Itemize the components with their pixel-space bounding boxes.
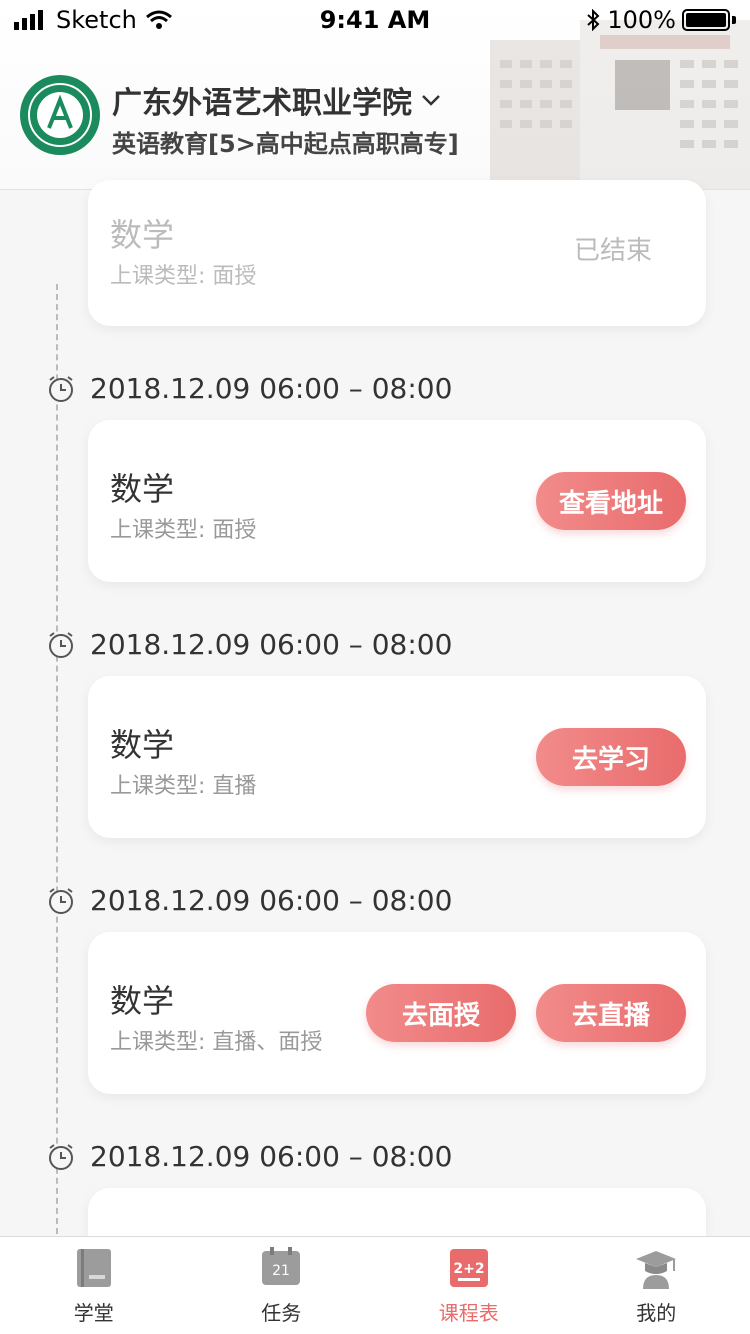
session-time: 2018.12.09 06:00 – 08:00 — [46, 884, 452, 917]
view-address-button[interactable]: 查看地址 — [536, 472, 686, 530]
tab-schedule[interactable]: 2+2 课程表 — [375, 1237, 563, 1334]
course-card[interactable]: 数学 上课类型: 直播 去学习 — [88, 676, 706, 838]
tab-label: 学堂 — [73, 1301, 114, 1325]
status-bar: Sketch 9:41 AM 100% — [0, 0, 750, 40]
tab-label: 任务 — [261, 1301, 302, 1325]
course-type: 上课类型: 直播、面授 — [110, 1030, 323, 1055]
alarm-clock-icon — [49, 1143, 73, 1170]
alarm-clock-icon — [49, 631, 73, 658]
header: Sketch 9:41 AM 100% 广东外语艺术职业学院 英语教育[5>高中… — [0, 0, 750, 190]
course-type: 上课类型: 直播 — [110, 774, 257, 799]
svg-text:2+2: 2+2 — [453, 1261, 484, 1277]
session-time-text: 2018.12.09 06:00 – 08:00 — [90, 884, 453, 917]
schedule-icon: 2+2 — [449, 1249, 488, 1287]
session-time-text: 2018.12.09 06:00 – 08:00 — [90, 372, 453, 405]
graduate-icon — [636, 1251, 677, 1289]
battery-label: 100% — [607, 6, 676, 34]
school-emblem-icon — [28, 83, 92, 147]
course-card[interactable]: 数学 上课类型: 直播、面授 去面授 去直播 — [88, 932, 706, 1094]
book-icon — [76, 1249, 111, 1287]
session-time-text: 2018.12.09 06:00 – 08:00 — [90, 1140, 453, 1173]
session-time: 2018.12.09 06:00 – 08:00 — [46, 372, 452, 405]
major-label: 英语教育[5>高中起点高职高专] — [112, 130, 459, 158]
course-card[interactable]: 数学 上课类型: 面授 查看地址 — [88, 420, 706, 582]
session-time: 2018.12.09 06:00 – 08:00 — [46, 1140, 452, 1173]
battery-icon — [682, 9, 730, 31]
school-logo[interactable] — [20, 75, 100, 155]
status-ended: 已结束 — [573, 236, 652, 266]
alarm-clock-icon — [49, 887, 73, 914]
tab-label: 课程表 — [438, 1301, 499, 1325]
timeline-line — [56, 284, 58, 1234]
tab-bar: 学堂 21 任务 2+2 课程表 我的 — [0, 1236, 750, 1334]
go-face-to-face-button[interactable]: 去面授 — [366, 984, 516, 1042]
course-title: 数学 — [110, 470, 175, 508]
course-card[interactable] — [88, 1188, 706, 1236]
course-card[interactable]: 数学 上课类型: 面授 已结束 — [88, 180, 706, 326]
course-type: 上课类型: 面授 — [110, 518, 257, 543]
course-type: 上课类型: 面授 — [110, 264, 257, 289]
school-selector[interactable]: 广东外语艺术职业学院 — [112, 78, 442, 122]
bluetooth-icon — [587, 9, 600, 31]
go-live-button[interactable]: 去直播 — [536, 984, 686, 1042]
tab-tasks[interactable]: 21 任务 — [188, 1237, 376, 1334]
session-time: 2018.12.09 06:00 – 08:00 — [46, 628, 452, 661]
course-title: 数学 — [110, 726, 175, 764]
tab-label: 我的 — [636, 1301, 677, 1325]
chevron-down-icon — [422, 95, 440, 106]
alarm-clock-icon — [49, 375, 73, 402]
school-name: 广东外语艺术职业学院 — [112, 86, 412, 121]
tab-study-hall[interactable]: 学堂 — [0, 1237, 188, 1334]
svg-text:21: 21 — [272, 1263, 290, 1279]
go-study-button[interactable]: 去学习 — [536, 728, 686, 786]
calendar-icon: 21 — [262, 1247, 301, 1285]
tab-mine[interactable]: 我的 — [563, 1237, 750, 1334]
course-title: 数学 — [110, 982, 175, 1020]
course-title: 数学 — [110, 216, 175, 254]
session-time-text: 2018.12.09 06:00 – 08:00 — [90, 628, 453, 661]
